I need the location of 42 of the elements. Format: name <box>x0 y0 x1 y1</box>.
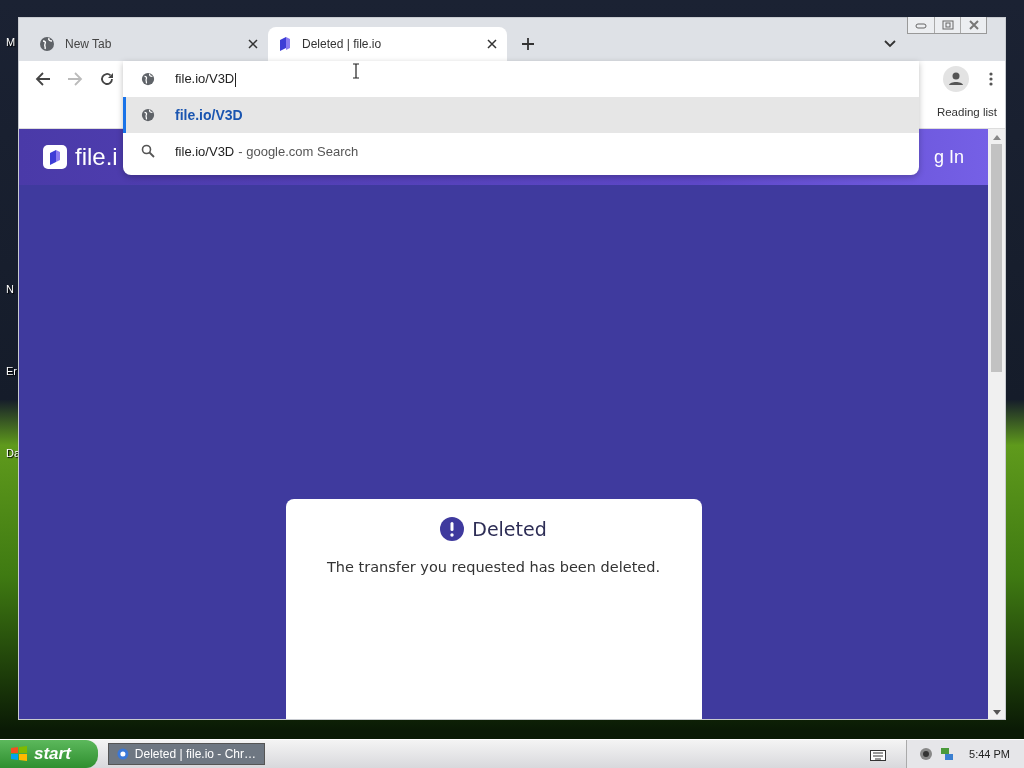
globe-icon <box>141 108 155 122</box>
suggestion-item[interactable]: file.io/V3D <box>123 97 919 133</box>
tab-search-chevron-icon[interactable] <box>884 40 896 48</box>
desktop-icon-label[interactable]: M <box>6 36 16 48</box>
taskbar-window-button[interactable]: Deleted | file.io - Chr… <box>108 743 265 765</box>
site-logo-icon <box>278 36 292 52</box>
close-icon <box>967 20 980 30</box>
restore-icon <box>941 20 954 30</box>
scroll-up-icon[interactable] <box>992 135 1001 140</box>
profile-icon[interactable] <box>943 65 969 92</box>
desktop-icon-label[interactable]: Er <box>6 365 17 377</box>
globe-icon <box>39 36 55 52</box>
card-title: Deleted <box>472 518 547 540</box>
text-cursor-icon <box>352 63 360 79</box>
reading-list-button[interactable]: Reading list <box>936 106 997 118</box>
back-icon[interactable] <box>35 70 51 87</box>
scroll-down-icon[interactable] <box>992 710 1001 715</box>
clock: 5:44 PM <box>969 748 1010 760</box>
alert-icon <box>440 517 465 541</box>
address-field[interactable]: file.io/V3D <box>123 61 919 97</box>
site-logo-icon[interactable] <box>43 145 67 169</box>
network-icon[interactable] <box>939 746 956 762</box>
menu-icon[interactable] <box>989 71 993 86</box>
suggestion-item[interactable]: file.io/V3D - google.com Search <box>123 133 919 169</box>
tab-close-icon[interactable] <box>248 39 258 49</box>
minimize-icon <box>915 21 927 29</box>
speaker-icon[interactable] <box>919 747 934 761</box>
keyboard-icon[interactable] <box>870 747 887 761</box>
windows-flag-icon <box>10 745 28 763</box>
card-message: The transfer you requested has been deleted. <box>326 559 661 575</box>
globe-icon <box>141 72 155 86</box>
desktop-icon-label[interactable]: N <box>6 283 14 295</box>
scrollbar[interactable] <box>988 129 1005 719</box>
search-icon <box>141 144 155 158</box>
reload-icon[interactable] <box>99 70 115 87</box>
browser-tab[interactable]: Deleted | file.io <box>268 27 507 61</box>
site-logo-text[interactable]: file.i <box>75 143 118 171</box>
login-link[interactable]: g In <box>933 146 964 168</box>
new-tab-icon[interactable] <box>521 37 535 51</box>
tab-close-icon[interactable] <box>487 39 497 49</box>
browser-icon <box>117 747 129 761</box>
browser-tab[interactable]: New Tab <box>29 27 268 61</box>
